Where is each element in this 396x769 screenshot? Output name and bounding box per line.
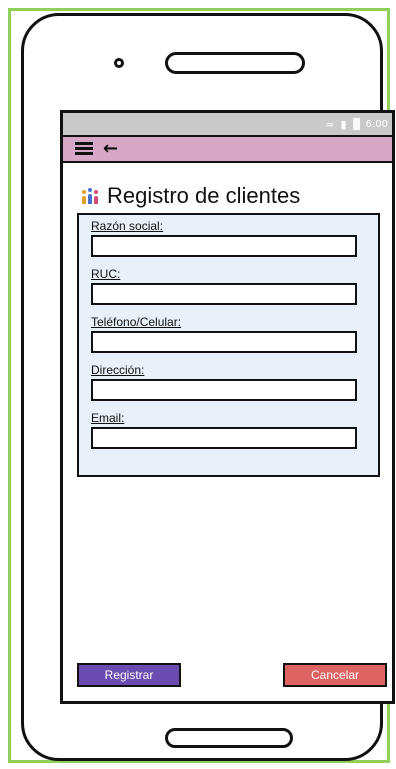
- field-label-direccion: Dirección:: [91, 363, 145, 377]
- field-label-razon-social: Razón social:: [91, 219, 164, 233]
- back-arrow-icon[interactable]: ←: [103, 140, 118, 158]
- speaker-grille: [165, 52, 305, 74]
- status-time: 6:00: [365, 118, 388, 130]
- field-label-email: Email:: [91, 411, 125, 425]
- telefono-input[interactable]: [91, 331, 357, 353]
- camera-icon: [114, 58, 124, 68]
- status-bar: ≈ ▮ 6:00: [63, 113, 392, 135]
- cancel-button[interactable]: Cancelar: [283, 663, 387, 687]
- page-title: Registro de clientes: [107, 183, 301, 208]
- field-label-telefono: Teléfono/Celular:: [91, 315, 182, 329]
- phone-device: ≈ ▮ 6:00 ← Registro de clientes Razón so…: [21, 13, 395, 761]
- phone-screen: ≈ ▮ 6:00 ← Registro de clientes Razón so…: [60, 110, 395, 704]
- wifi-icon: ≈: [325, 117, 335, 131]
- people-group-icon: [81, 188, 99, 204]
- email-input[interactable]: [91, 427, 357, 449]
- client-form: Razón social: RUC: Teléfono/Celular: Dir…: [77, 213, 380, 477]
- razon-social-input[interactable]: [91, 235, 357, 257]
- field-label-ruc: RUC:: [91, 267, 121, 281]
- title-row: Registro de clientes: [81, 183, 300, 209]
- signal-icon: ▮: [340, 117, 347, 131]
- ruc-input[interactable]: [91, 283, 357, 305]
- direccion-input[interactable]: [91, 379, 357, 401]
- hamburger-menu-icon[interactable]: [75, 142, 93, 156]
- battery-icon: [352, 118, 360, 130]
- app-top-bar: ←: [63, 135, 392, 163]
- home-button[interactable]: [165, 728, 293, 748]
- register-button[interactable]: Registrar: [77, 663, 181, 687]
